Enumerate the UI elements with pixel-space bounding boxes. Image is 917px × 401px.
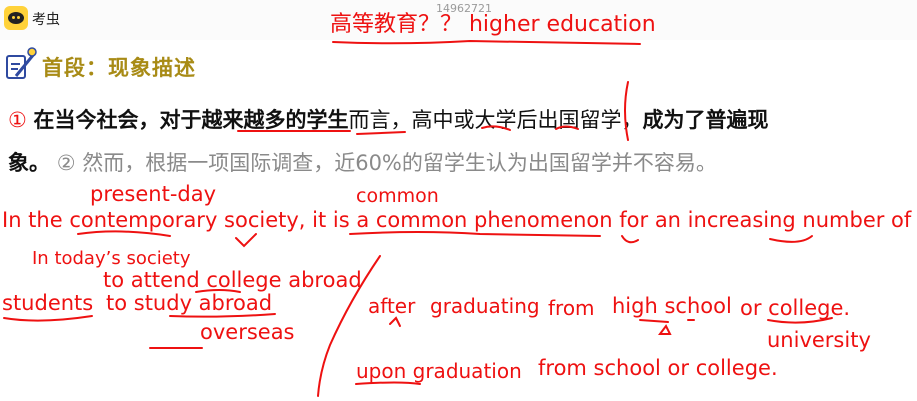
sentence-1-line-1: ① 在当今社会，对于越来越多的学生而言，高中或大学后出国留学，成为了普遍现 xyxy=(8,104,769,134)
sentence-2-number: ② xyxy=(56,151,76,175)
underline-contemporary xyxy=(77,230,171,237)
underline-high xyxy=(639,319,669,323)
underline-students xyxy=(3,315,93,322)
hw-or-college: or college. xyxy=(740,296,851,320)
hw-students: students xyxy=(2,291,94,315)
sentence-2-text: 然而，根据一项国际调查，近60%的留学生认为出国留学并不容易。 xyxy=(82,151,717,175)
check-society xyxy=(235,233,257,248)
hw-graduating: graduating xyxy=(430,294,540,318)
logo-face-icon xyxy=(8,12,24,24)
hw-university: university xyxy=(767,328,871,352)
sentence-1-part-b: 而言，高中或大学后出国留学， xyxy=(348,108,643,132)
caret-high-school xyxy=(658,324,672,335)
annotation-title: 高等教育？？ higher education xyxy=(330,12,656,37)
hw-study-abroad: to study abroad xyxy=(106,291,273,315)
hw-attend-college: to attend college abroad xyxy=(103,268,362,292)
sentence-1-part-d: 象。 xyxy=(8,151,50,175)
mark-for xyxy=(621,235,639,244)
underline-increasing xyxy=(769,235,813,243)
hw-upon-graduation: upon graduation xyxy=(356,359,522,383)
sentence-1-part-c: 成为了普遍现 xyxy=(642,108,769,132)
hw-after: after xyxy=(368,294,416,318)
hw-in-today: In today’s society xyxy=(32,248,191,269)
hw-common: common xyxy=(356,185,439,207)
sentence-1-line-2: 象。 ② 然而，根据一项国际调查，近60%的留学生认为出国留学并不容易。 xyxy=(8,147,717,177)
sentence-1-part-a: 在当今社会，对于越来越多的学生 xyxy=(33,108,349,132)
hw-overseas: overseas xyxy=(200,320,295,344)
caret-after xyxy=(389,316,401,327)
brand-name: 考虫 xyxy=(32,12,60,28)
underline-common-phenomenon xyxy=(349,231,601,237)
hw-from: from xyxy=(548,296,595,320)
title-underline xyxy=(332,39,641,45)
hw-from-school: from school or college. xyxy=(538,356,778,380)
section-heading: 首段：现象描述 xyxy=(42,56,196,80)
hw-main-line: In the contemporary society, it is a com… xyxy=(2,208,912,232)
app-logo xyxy=(4,6,28,30)
pen-paper-icon xyxy=(6,47,37,79)
hw-present-day: present-day xyxy=(90,182,217,206)
sentence-1-number: ① xyxy=(8,108,27,132)
hw-high-school: high school xyxy=(612,294,732,318)
